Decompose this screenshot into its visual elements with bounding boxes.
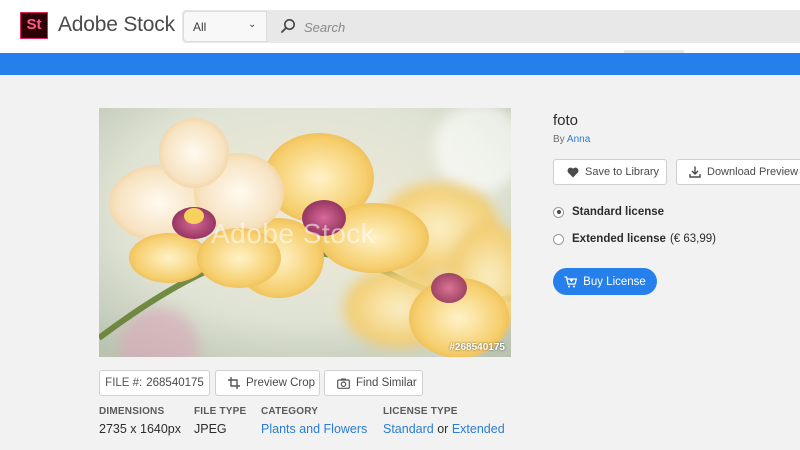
download-preview-button[interactable]: Download Preview — [676, 159, 800, 185]
find-similar-button[interactable]: Find Similar — [324, 370, 423, 396]
find-similar-label: Find Similar — [356, 377, 417, 389]
dimensions-value: 2735 x 1640px — [99, 422, 182, 436]
extended-license-label: Extended license — [572, 233, 666, 245]
extended-license-option[interactable]: Extended license (€ 63,99) — [553, 233, 716, 245]
category-label: CATEGORY — [261, 406, 319, 417]
download-preview-label: Download Preview — [707, 166, 799, 178]
extended-license-link[interactable]: Extended — [452, 422, 505, 436]
chevron-down-icon: ⌄ — [248, 19, 257, 30]
camera-icon — [337, 378, 350, 389]
extended-license-radio[interactable] — [553, 233, 564, 245]
file-type-label: FILE TYPE — [194, 406, 247, 417]
crop-icon — [228, 377, 240, 389]
heart-icon — [567, 167, 579, 177]
preview-crop-label: Preview Crop — [246, 377, 316, 389]
top-header: St Adobe Stock All ⌄ — [0, 0, 800, 53]
extended-license-price: (€ 63,99) — [669, 233, 716, 245]
license-or-text: or — [437, 422, 449, 436]
buy-license-label: Buy License — [583, 275, 646, 288]
dimensions-label: DIMENSIONS — [99, 406, 165, 417]
standard-license-link[interactable]: Standard — [383, 422, 434, 436]
blue-banner — [0, 53, 800, 75]
cart-icon — [564, 275, 578, 287]
file-number-overlay: #268540175 — [449, 342, 505, 353]
standard-license-label: Standard license — [572, 206, 665, 218]
standard-license-radio[interactable] — [553, 206, 564, 218]
asset-byline: By Anna — [553, 134, 590, 145]
save-to-library-button[interactable]: Save to Library — [553, 159, 667, 185]
file-number-value: 268540175 — [146, 377, 204, 389]
preview-crop-button[interactable]: Preview Crop — [215, 370, 320, 396]
image-watermark: Adobe Stock — [211, 218, 376, 249]
download-icon — [689, 166, 701, 178]
file-type-value: JPEG — [194, 422, 227, 436]
buy-license-button[interactable]: Buy License — [553, 268, 657, 295]
file-number-label: FILE #: — [105, 377, 143, 389]
standard-license-option[interactable]: Standard license — [553, 206, 664, 218]
category-link[interactable]: Plants and Flowers — [261, 422, 367, 436]
license-type-label: LICENSE TYPE — [383, 406, 458, 417]
asset-title: foto — [553, 112, 579, 129]
search-icon[interactable] — [280, 18, 296, 34]
search-filter-dropdown[interactable]: All ⌄ — [183, 11, 267, 42]
file-number-button[interactable]: FILE #: 268540175 — [99, 370, 210, 396]
adobe-stock-logo[interactable]: St — [20, 12, 48, 39]
byline-prefix: By — [553, 134, 565, 145]
author-link[interactable]: Anna — [567, 134, 590, 145]
search-filter-value: All — [193, 20, 207, 34]
brand-name[interactable]: Adobe Stock — [58, 13, 175, 37]
license-type-value: Standard or Extended — [383, 422, 505, 436]
search-input[interactable] — [304, 17, 784, 37]
save-to-library-label: Save to Library — [585, 166, 659, 178]
asset-preview-image[interactable]: Adobe Stock #268540175 — [99, 108, 511, 357]
